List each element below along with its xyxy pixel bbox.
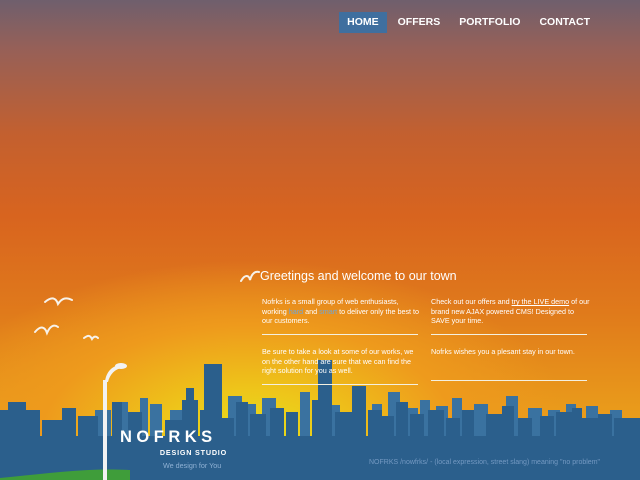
intro-text: Nofrks is a small group of web enthusias… <box>262 297 422 326</box>
intro-block: Nofrks is a small group of web enthusias… <box>262 297 422 335</box>
divider <box>262 333 418 335</box>
intro-highlight-word: hard <box>288 306 304 316</box>
footer-note: NOFRKS /nowfrks/ - (local expression, st… <box>369 459 601 466</box>
studio-logo[interactable]: NOFRKS DESIGN STUDIO <box>120 428 227 457</box>
portfolio-block: Be sure to take a look at some of our wo… <box>262 347 422 385</box>
logo-tagline: We design for You <box>163 461 222 470</box>
greeting-heading: Greetings and welcome to our town <box>260 269 457 283</box>
seagull-icon <box>240 270 260 282</box>
divider <box>431 333 587 335</box>
seagull-icon <box>34 297 99 341</box>
nav-contact-link[interactable]: CONTACT <box>531 12 598 33</box>
live-demo-link[interactable]: try the LIVE demo <box>512 297 570 306</box>
logo-name: NOFRKS <box>120 428 217 446</box>
intro-highlight-word: smart <box>319 306 338 316</box>
wish-block: Nofrks wishes you a plesant stay in our … <box>431 347 591 381</box>
offers-text-part: Check out our offers and <box>431 297 510 306</box>
nav-home-link[interactable]: HOME <box>339 12 387 33</box>
wish-text: Nofrks wishes you a plesant stay in our … <box>431 347 575 356</box>
greeting-heading-wrap: Greetings and welcome to our town <box>240 268 457 284</box>
nav-portfolio-link[interactable]: PORTFOLIO <box>451 12 528 33</box>
divider <box>431 379 587 381</box>
portfolio-text: Be sure to take a look at some of our wo… <box>262 347 414 376</box>
intro-text-part: and <box>305 306 318 316</box>
city-skyline-illustration <box>0 297 640 480</box>
nav-offers-link[interactable]: OFFERS <box>390 12 449 33</box>
offers-block: Check out our offers and try the LIVE de… <box>431 297 591 335</box>
main-navigation: HOME OFFERS PORTFOLIO CONTACT <box>336 12 598 33</box>
offers-text: Check out our offers and try the LIVE de… <box>431 297 591 326</box>
divider <box>262 383 418 385</box>
logo-subtitle: DESIGN STUDIO <box>159 448 227 457</box>
